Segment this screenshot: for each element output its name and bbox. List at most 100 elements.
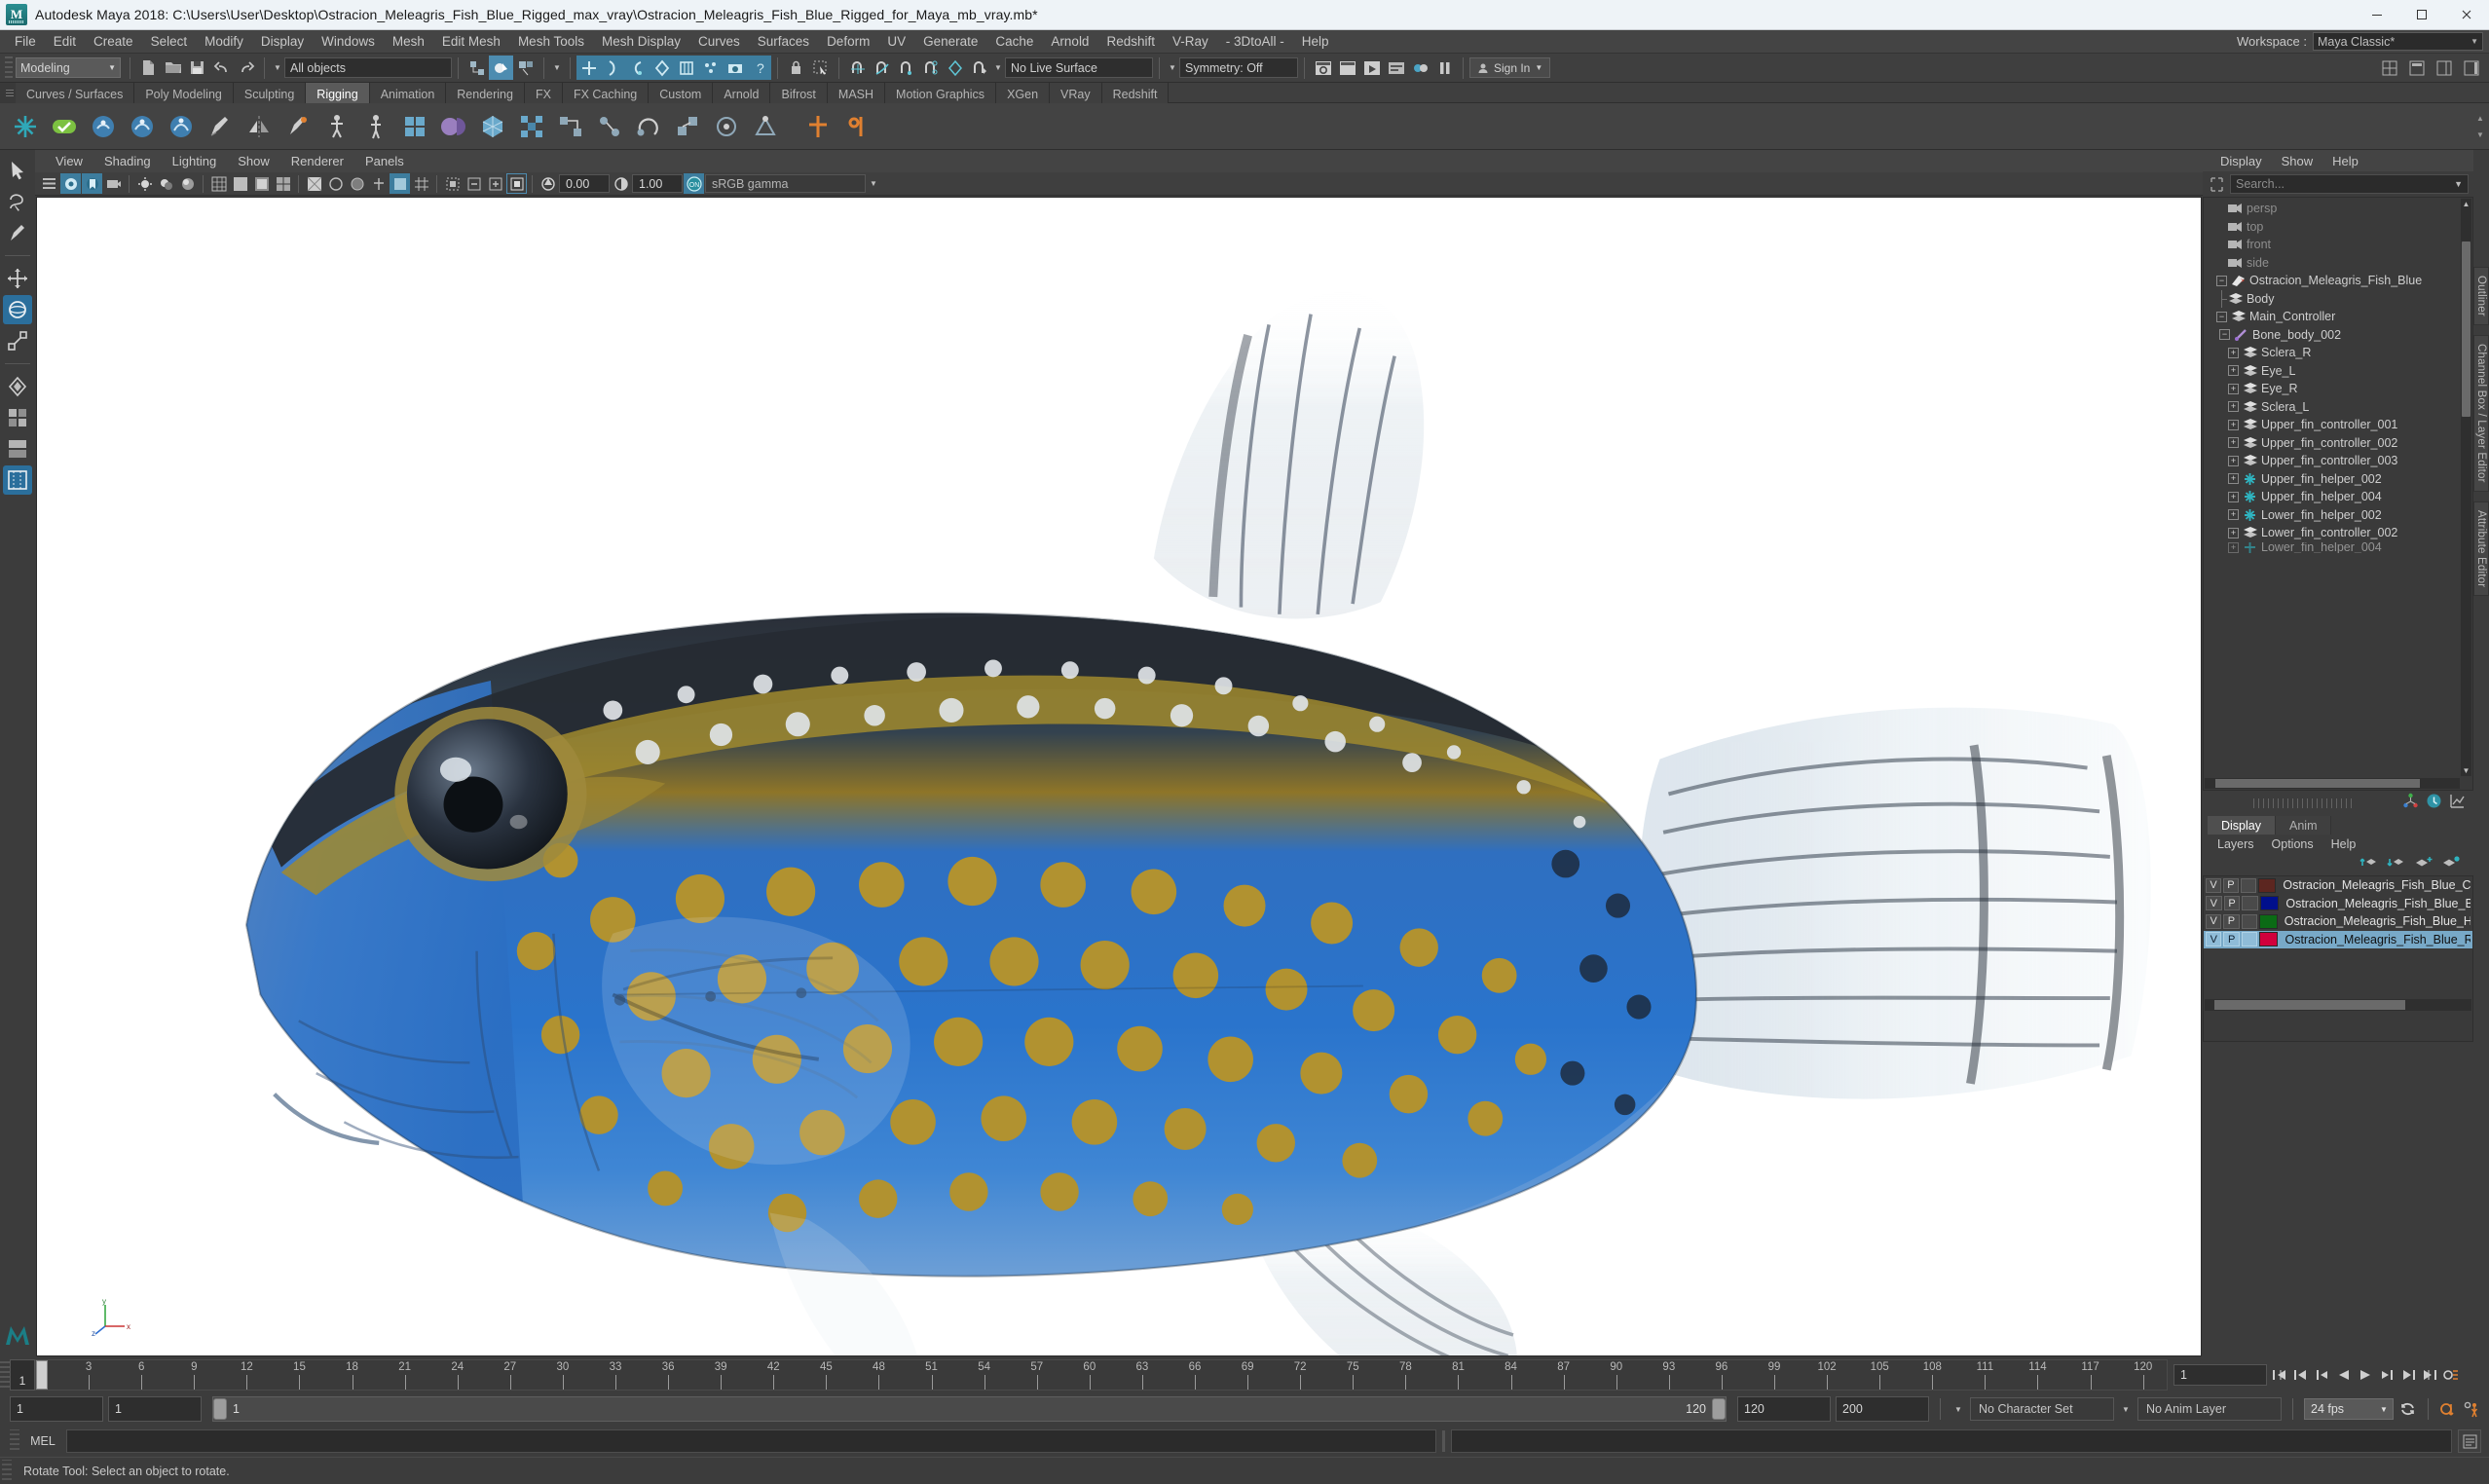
face-mask-icon[interactable] [625,56,650,80]
layer-color-swatch[interactable] [2259,932,2279,947]
selection-mask-chevron-icon[interactable]: ▼ [271,57,284,78]
menu-file[interactable]: File [6,32,45,51]
uv-mask-icon[interactable] [650,56,674,80]
viewport-menu-lighting[interactable]: Lighting [162,152,228,170]
outliner-item-lower-fin-helper-002[interactable]: + Lower_fin_helper_002 [2204,506,2472,525]
expand-toggle-icon[interactable]: + [2228,527,2239,538]
lasso-tool-icon[interactable] [3,187,32,216]
expand-toggle-icon[interactable]: + [2228,419,2239,430]
shelf-tab-redshift[interactable]: Redshift [1101,83,1170,103]
outliner-item-eye-r[interactable]: + Eye_R [2204,380,2472,398]
snap-chevron-icon[interactable]: ▼ [991,57,1005,78]
shaded-wireframe-icon[interactable] [273,173,293,194]
character-set-field[interactable]: No Character Set [1970,1397,2114,1421]
step-back-frame-icon[interactable] [2313,1364,2331,1386]
wire-deformer-icon[interactable] [514,109,549,144]
shelf-tab-poly-modeling[interactable]: Poly Modeling [134,83,234,103]
paint-select-tool-icon[interactable] [3,218,32,247]
layer-state-toggle[interactable] [2240,877,2256,893]
layer-row-selected[interactable]: V P Ostracion_Meleagris_Fish_Blue_Rigged [2204,930,2472,948]
copy-skin-weights-icon[interactable] [280,109,316,144]
shelf-tab-rendering[interactable]: Rendering [446,83,525,103]
outliner-item-front[interactable]: front [2204,236,2472,254]
shelf-grip[interactable] [4,83,16,103]
menu-deform[interactable]: Deform [818,32,878,51]
menu-mesh-display[interactable]: Mesh Display [593,32,689,51]
outliner-item-lower-fin-controller-002[interactable]: + Lower_fin_controller_002 [2204,524,2472,542]
search-input[interactable]: Search... ▼ [2230,174,2469,194]
outliner-item-lower-fin-helper-004[interactable]: + Lower_fin_helper_004 [2204,541,2472,553]
sidebar-toggle-icon[interactable] [2459,56,2483,80]
ipr-render-icon[interactable] [1359,56,1384,80]
menu-mesh-tools[interactable]: Mesh Tools [509,32,593,51]
collapse-toggle-icon[interactable]: − [2216,311,2227,322]
scroll-up-arrow-icon[interactable]: ▲ [2461,200,2471,208]
outliner-item-side[interactable]: side [2204,254,2472,273]
shadows-icon[interactable] [156,173,176,194]
select-camera-icon[interactable] [60,173,81,194]
layer-visibility-toggle[interactable]: V [2206,896,2222,911]
go-to-end-icon[interactable] [2420,1364,2438,1386]
layer-color-swatch[interactable] [2260,896,2280,911]
camera-attributes-icon[interactable] [103,173,124,194]
viewport-menu-show[interactable]: Show [227,152,280,170]
xray-active-components-icon[interactable] [390,173,410,194]
menu-redshift[interactable]: Redshift [1097,32,1164,51]
play-forwards-icon[interactable] [2356,1364,2374,1386]
snap-magnet-icon[interactable] [967,56,991,80]
move-layer-down-icon[interactable] [2387,855,2405,874]
misc-mask-icon[interactable]: ? [747,56,771,80]
collapse-toggle-icon[interactable]: − [2219,329,2230,341]
select-tool-icon[interactable] [3,156,32,185]
layer-playback-toggle[interactable]: P [2223,913,2240,929]
menuset-dropdown[interactable]: Modeling ▼ [16,57,121,78]
shelf-tab-bifrost[interactable]: Bifrost [770,83,828,103]
layer-list[interactable]: V P Ostracion_Meleagris_Fish_Blue_Contro… [2203,875,2473,1042]
layer-state-toggle[interactable] [2241,932,2258,947]
edge-mask-icon[interactable] [601,56,625,80]
select-object-icon[interactable] [489,56,513,80]
collapse-toggle-icon[interactable]: − [2216,275,2227,286]
four-view-layout-icon[interactable] [3,403,32,432]
viewport-3d[interactable]: y x z [36,197,2202,1356]
outliner-item-upper-fin-helper-004[interactable]: + Upper_fin_helper_004 [2204,488,2472,506]
viewport-menu-shading[interactable]: Shading [93,152,162,170]
symmetry-chevron-icon[interactable]: ▼ [1166,57,1179,78]
range-end-field[interactable]: 120 [1737,1396,1831,1422]
tab-anim[interactable]: Anim [2276,816,2332,835]
mirror-skin-icon[interactable] [241,109,277,144]
shelf-tab-curves-surfaces[interactable]: Curves / Surfaces [16,83,135,103]
workspace-dropdown[interactable]: Maya Classic* ▼ [2313,32,2483,51]
skeleton-icon[interactable] [358,109,393,144]
go-to-start-icon[interactable] [2270,1364,2288,1386]
point-constraint-icon[interactable] [592,109,627,144]
menu-curves[interactable]: Curves [689,32,749,51]
isolate-select-active-icon[interactable] [506,173,527,194]
outliner-vertical-scrollbar[interactable]: ▲ ▼ [2461,199,2471,776]
expand-toggle-icon[interactable]: + [2228,509,2239,521]
particle-mask-icon[interactable] [698,56,723,80]
layer-visibility-toggle[interactable]: V [2206,877,2221,893]
scale-tool-icon[interactable] [3,326,32,355]
isolate-select-toggle-icon[interactable] [464,173,484,194]
range-end-handle[interactable] [1712,1398,1726,1420]
expand-toggle-icon[interactable]: + [2228,365,2239,377]
hypershade-icon[interactable] [1408,56,1432,80]
vertex-mask-icon[interactable] [576,56,601,80]
play-backwards-icon[interactable] [2334,1364,2353,1386]
aim-constraint-icon[interactable] [709,109,744,144]
viewport-menu-renderer[interactable]: Renderer [280,152,354,170]
playback-speed-dropdown[interactable]: 24 fps ▼ [2304,1398,2394,1420]
shelf-tab-arnold[interactable]: Arnold [713,83,771,103]
blend-shape-icon[interactable] [436,109,471,144]
layer-state-toggle[interactable] [2242,896,2259,911]
vtab-attribute-editor[interactable]: Attribute Editor [2473,501,2489,596]
layer-visibility-toggle[interactable]: V [2206,913,2222,929]
time-slider-track[interactable]: 3 6 9 12 15 18 21 24 27 30 33 36 39 42 45 48 51 54 57 60 63 6… [35,1359,2168,1391]
create-joint-icon[interactable] [8,109,43,144]
single-pane-layout-icon[interactable] [3,465,32,495]
anim-layer-chevron-icon[interactable]: ▼ [2119,1399,2133,1420]
component-chevron-icon[interactable]: ▼ [550,57,564,78]
snap-point-icon[interactable] [894,56,918,80]
scrollbar-thumb[interactable] [2214,1000,2405,1010]
